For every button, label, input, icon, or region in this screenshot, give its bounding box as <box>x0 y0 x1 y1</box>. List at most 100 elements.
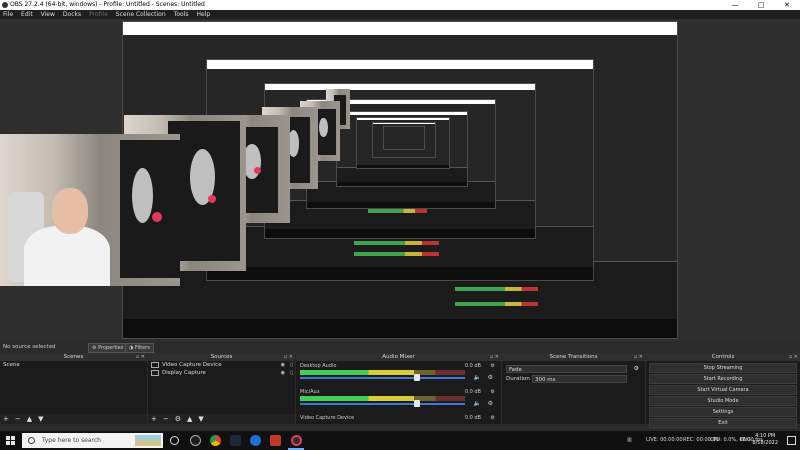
gear-icon[interactable]: ⚙ <box>491 363 495 369</box>
dock-float-icon[interactable]: ▫ ✕ <box>136 353 145 361</box>
visibility-eye-icon[interactable]: ◉ <box>281 369 285 377</box>
settings-button[interactable]: Settings <box>649 407 797 417</box>
volume-slider-handle[interactable] <box>414 400 421 407</box>
close-button[interactable]: ✕ <box>774 0 800 10</box>
visibility-eye-icon[interactable]: ◉ <box>281 361 285 369</box>
maximize-button[interactable]: □ <box>748 0 774 10</box>
window-controls: — □ ✕ <box>722 0 800 10</box>
sources-dock: Sources ▫ ✕ Video Capture Device ◉ ▯ Displa… <box>148 353 295 424</box>
source-item-video-capture[interactable]: Video Capture Device ◉ ▯ <box>148 361 295 369</box>
network-icon[interactable]: ▥ <box>627 437 632 443</box>
exit-button[interactable]: Exit <box>649 418 797 428</box>
volume-slider-handle[interactable] <box>414 374 421 381</box>
add-icon[interactable]: + <box>3 415 9 423</box>
speaker-icon[interactable]: 🔈 <box>474 374 481 381</box>
menu-view[interactable]: View <box>41 10 55 19</box>
transition-select-row: Fade ⚙ <box>506 365 641 373</box>
volume-slider[interactable] <box>300 377 465 379</box>
scenes-list: Scene <box>0 361 147 414</box>
menu-profile[interactable]: Profile <box>89 10 108 19</box>
dock-float-icon[interactable]: ▫ ✕ <box>284 353 293 361</box>
lock-icon[interactable]: ▯ <box>290 369 293 377</box>
preview-canvas[interactable] <box>0 19 800 341</box>
task-view-icon[interactable] <box>170 436 179 445</box>
remove-icon[interactable]: − <box>163 415 169 423</box>
search-highlight-image <box>135 435 161 446</box>
studio-mode-button[interactable]: Studio Mode <box>649 396 797 406</box>
track-name: Mic/Aux <box>300 389 320 395</box>
filters-button[interactable]: ◑ Filters <box>125 343 154 353</box>
app-icon[interactable] <box>190 435 201 446</box>
start-virtual-camera-button[interactable]: Start Virtual Camera <box>649 385 797 395</box>
track-name: Desktop Audio <box>300 363 337 369</box>
scene-transitions-dock: Scene Transitions ▫ ✕ Fade ⚙ Duration 300… <box>502 353 645 424</box>
mixer-track-video-capture: Video Capture Device 0.0 dB ⚙ <box>300 415 497 423</box>
speaker-icon[interactable]: 🔈 <box>474 400 481 407</box>
search-placeholder: Type here to search <box>42 437 101 444</box>
move-up-icon[interactable]: ▲ <box>27 415 32 423</box>
duration-input[interactable]: 300 ms <box>532 375 627 383</box>
windows-taskbar: Type here to search ▥ LIVE: 00:00:00 REC… <box>0 431 800 450</box>
menu-tools[interactable]: Tools <box>174 10 189 19</box>
duration-label: Duration <box>506 376 530 382</box>
gear-icon[interactable]: ⚙ <box>175 415 181 423</box>
sources-list: Video Capture Device ◉ ▯ Display Capture ◉ ▯ <box>148 361 295 414</box>
gear-icon[interactable]: ⚙ <box>491 389 495 395</box>
sources-footer: + − ⚙ ▲ ▼ <box>148 414 295 424</box>
filter-icon: ◑ <box>129 345 134 351</box>
track-db: 0.0 dB <box>464 363 481 369</box>
gear-icon[interactable]: ⚙ <box>491 415 495 421</box>
source-item-display-capture[interactable]: Display Capture ◉ ▯ <box>148 369 295 377</box>
volume-level <box>300 396 414 401</box>
language-indicator[interactable]: ENG <box>740 437 751 443</box>
volume-slider[interactable] <box>300 403 465 405</box>
dock-float-icon[interactable]: ▫ ✕ <box>789 353 798 361</box>
menu-bar: File Edit View Docks Profile Scene Colle… <box>0 10 800 19</box>
menu-edit[interactable]: Edit <box>21 10 33 19</box>
controls-body: Stop Streaming Start Recording Start Vir… <box>646 361 800 428</box>
move-up-icon[interactable]: ▲ <box>187 415 192 423</box>
gear-icon: ⚙ <box>92 345 97 351</box>
menu-docks[interactable]: Docks <box>63 10 81 19</box>
remove-icon[interactable]: − <box>15 415 21 423</box>
stop-streaming-button[interactable]: Stop Streaming <box>649 363 797 373</box>
obs-app-icon <box>2 2 8 8</box>
transitions-body: Fade ⚙ Duration 300 ms <box>502 361 645 424</box>
duration-row: Duration 300 ms <box>506 375 641 383</box>
menu-scene-collection[interactable]: Scene Collection <box>116 10 166 19</box>
monitor-icon <box>151 369 159 376</box>
scene-transitions-title: Scene Transitions ▫ ✕ <box>502 353 645 361</box>
lock-icon[interactable]: ▯ <box>290 361 293 369</box>
gear-icon[interactable]: ⚙ <box>488 400 493 407</box>
start-recording-button[interactable]: Start Recording <box>649 374 797 384</box>
dock-float-icon[interactable]: ▫ ✕ <box>634 353 643 361</box>
properties-button[interactable]: ⚙ Properties <box>88 343 128 353</box>
track-name: Video Capture Device <box>300 415 355 421</box>
scene-item[interactable]: Scene <box>0 361 147 369</box>
gear-icon[interactable]: ⚙ <box>488 374 493 381</box>
transition-select[interactable]: Fade <box>506 365 627 373</box>
taskbar-clock[interactable]: 4:10 PM 8/18/2022 <box>752 433 778 447</box>
menu-help[interactable]: Help <box>196 10 210 19</box>
move-down-icon[interactable]: ▼ <box>38 415 43 423</box>
app-icon[interactable] <box>250 435 261 446</box>
add-icon[interactable]: + <box>151 415 157 423</box>
taskbar-search-box[interactable]: Type here to search <box>22 433 163 448</box>
scenes-dock: Scenes ▫ ✕ Scene + − ▲ ▼ <box>0 353 147 424</box>
app-icon[interactable] <box>270 435 281 446</box>
move-down-icon[interactable]: ▼ <box>198 415 203 423</box>
chrome-icon[interactable] <box>210 435 221 446</box>
volume-level <box>300 370 414 375</box>
notification-icon[interactable] <box>787 436 796 445</box>
dock-float-icon[interactable]: ▫ ✕ <box>490 353 499 361</box>
minimize-button[interactable]: — <box>722 0 748 10</box>
menu-file[interactable]: File <box>3 10 13 19</box>
steam-icon[interactable] <box>230 435 241 446</box>
clock-date: 8/18/2022 <box>752 440 778 446</box>
live-status: LIVE: 00:00:00 <box>646 437 683 443</box>
windows-start-icon[interactable] <box>6 436 15 445</box>
gear-icon[interactable]: ⚙ <box>634 365 639 373</box>
obs-taskbar-icon[interactable] <box>291 435 302 446</box>
mixer-tracks: Desktop Audio 0.0 dB ⚙ 🔈 ⚙ Mic/Aux 0.0 d… <box>296 361 501 424</box>
track-db: 0.0 dB <box>464 389 481 395</box>
